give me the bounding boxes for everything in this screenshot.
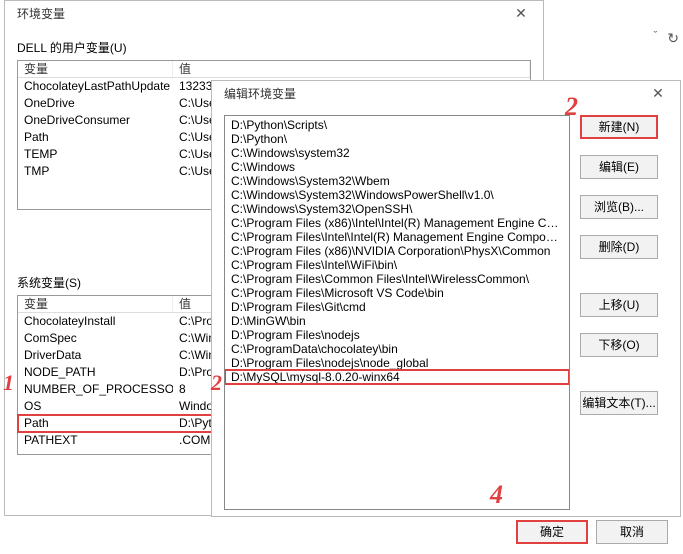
new-button[interactable]: 新建(N) [580, 115, 658, 139]
col-header-name[interactable]: 变量 [18, 296, 173, 312]
window-toolbar: ˇ ↻ [654, 30, 679, 47]
dialog-title-bar: 环境变量 ✕ [5, 1, 543, 25]
list-item[interactable]: C:\Program Files (x86)\Intel\Intel(R) Ma… [225, 216, 569, 230]
list-item[interactable]: D:\Program Files\Git\cmd [225, 300, 569, 314]
list-item[interactable]: D:\Program Files\nodejs [225, 328, 569, 342]
list-item[interactable]: C:\Windows\System32\OpenSSH\ [225, 202, 569, 216]
ok-button[interactable]: 确定 [516, 520, 588, 544]
cell-name: TEMP [18, 146, 173, 163]
browse-button[interactable]: 浏览(B)... [580, 195, 658, 219]
cell-name: Path [18, 129, 173, 146]
list-item[interactable]: C:\Windows\system32 [225, 146, 569, 160]
dialog-title-bar: 编辑环境变量 ✕ [212, 81, 680, 105]
list-item[interactable]: C:\Program Files\Intel\Intel(R) Manageme… [225, 230, 569, 244]
move-down-button[interactable]: 下移(O) [580, 333, 658, 357]
list-item[interactable]: D:\Program Files\nodejs\node_global [225, 356, 569, 370]
list-item[interactable]: C:\Program Files (x86)\NVIDIA Corporatio… [225, 244, 569, 258]
list-item[interactable]: D:\Python\ [225, 132, 569, 146]
edit-button[interactable]: 编辑(E) [580, 155, 658, 179]
col-header-value[interactable]: 值 [173, 61, 530, 77]
cell-name: OneDriveConsumer [18, 112, 173, 129]
list-item[interactable]: C:\Program Files\Microsoft VS Code\bin [225, 286, 569, 300]
dialog-title: 环境变量 [17, 5, 65, 22]
cancel-button[interactable]: 取消 [596, 520, 668, 544]
cell-name: TMP [18, 163, 173, 180]
list-item[interactable]: C:\Windows [225, 160, 569, 174]
refresh-icon[interactable]: ↻ [667, 30, 679, 47]
list-item[interactable]: C:\Program Files\Common Files\Intel\Wire… [225, 272, 569, 286]
path-list[interactable]: D:\Python\Scripts\D:\Python\C:\Windows\s… [224, 115, 570, 510]
list-item[interactable]: D:\Python\Scripts\ [225, 118, 569, 132]
user-vars-label: DELL 的用户变量(U) [17, 39, 531, 56]
close-button[interactable]: ✕ [507, 3, 535, 23]
col-header-name[interactable]: 变量 [18, 61, 173, 77]
cell-name: ComSpec [18, 330, 173, 347]
cell-name: NUMBER_OF_PROCESSORS [18, 381, 173, 398]
cell-name: OneDrive [18, 95, 173, 112]
list-item[interactable]: D:\MinGW\bin [225, 314, 569, 328]
cell-name: DriverData [18, 347, 173, 364]
list-item[interactable]: C:\Windows\System32\Wbem [225, 174, 569, 188]
cell-name: Path [18, 415, 173, 432]
list-item[interactable]: C:\Windows\System32\WindowsPowerShell\v1… [225, 188, 569, 202]
list-item[interactable]: C:\Program Files\Intel\WiFi\bin\ [225, 258, 569, 272]
chevron-down-icon[interactable]: ˇ [654, 30, 658, 47]
list-item[interactable]: C:\ProgramData\chocolatey\bin [225, 342, 569, 356]
cell-name: NODE_PATH [18, 364, 173, 381]
cell-name: OS [18, 398, 173, 415]
edit-text-button[interactable]: 编辑文本(T)... [580, 391, 658, 415]
move-up-button[interactable]: 上移(U) [580, 293, 658, 317]
edit-env-var-dialog: 编辑环境变量 ✕ D:\Python\Scripts\D:\Python\C:\… [211, 80, 681, 517]
close-button[interactable]: ✕ [644, 83, 672, 103]
delete-button[interactable]: 删除(D) [580, 235, 658, 259]
list-item[interactable]: D:\MySQL\mysql-8.0.20-winx64 [225, 370, 569, 384]
cell-name: ChocolateyLastPathUpdate [18, 78, 173, 95]
cell-name: ChocolateyInstall [18, 313, 173, 330]
dialog-title: 编辑环境变量 [224, 85, 296, 102]
cell-name: PATHEXT [18, 432, 173, 449]
